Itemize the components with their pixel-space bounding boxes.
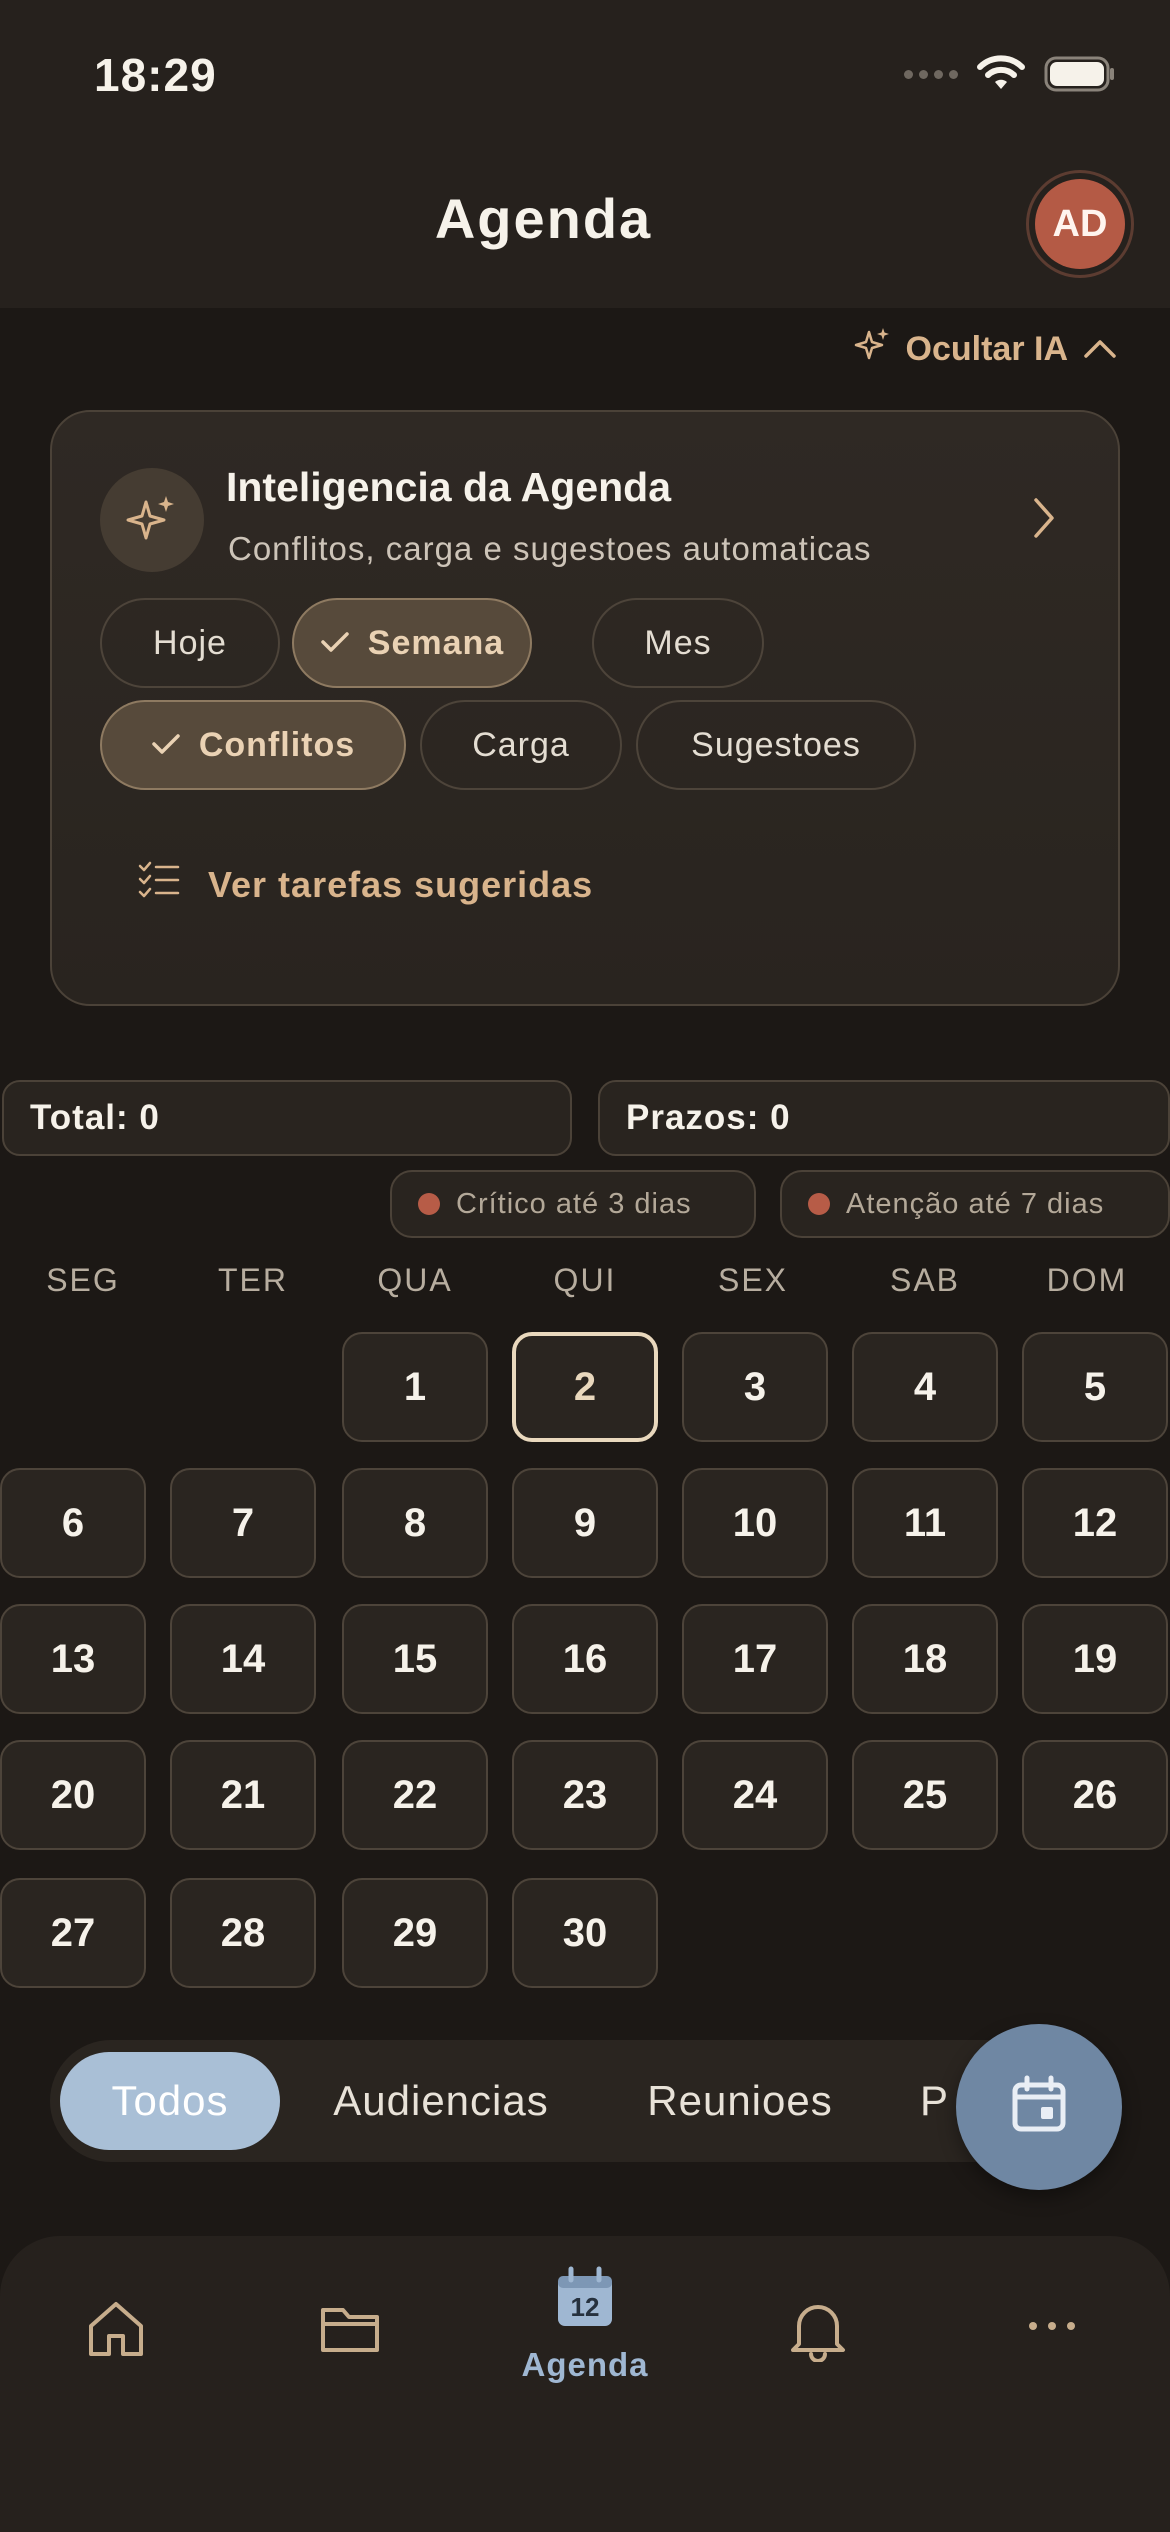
sparkle-icon <box>854 326 892 373</box>
calendar-day[interactable]: 11 <box>852 1468 998 1578</box>
page-title: Agenda <box>434 187 653 250</box>
calendar-day[interactable]: 12 <box>1022 1468 1168 1578</box>
folder-icon <box>317 2296 383 2367</box>
home-icon <box>83 2296 149 2367</box>
calendar-day[interactable]: 26 <box>1022 1740 1168 1850</box>
nav-more[interactable] <box>972 2296 1132 2367</box>
check-icon <box>151 726 181 765</box>
calendar-day[interactable]: 18 <box>852 1604 998 1714</box>
chevron-right-icon[interactable] <box>1030 496 1058 545</box>
weekday-label: TER <box>218 1262 288 1298</box>
attention-dot-icon <box>808 1193 830 1215</box>
chip-label: Conflitos <box>198 725 356 764</box>
chip-label: Semana <box>367 623 505 662</box>
sparkle-icon <box>100 468 204 572</box>
chip-sugestoes[interactable]: Sugestoes <box>636 700 916 790</box>
add-event-button[interactable] <box>956 2024 1122 2190</box>
event-type-filter-bar: Todos Audiencias Reunioes P <box>50 2040 1090 2162</box>
calendar-day-today[interactable]: 2 <box>512 1332 658 1442</box>
calendar-day[interactable]: 16 <box>512 1604 658 1714</box>
calendar-day[interactable]: 7 <box>170 1468 316 1578</box>
calendar-day[interactable]: 22 <box>342 1740 488 1850</box>
weekday-label: DOM <box>1046 1262 1128 1298</box>
prazos-stat: Prazos: 0 <box>598 1080 1170 1156</box>
calendar-day[interactable]: 13 <box>0 1604 146 1714</box>
calendar-day[interactable]: 19 <box>1022 1604 1168 1714</box>
calendar-day[interactable]: 17 <box>682 1604 828 1714</box>
legend-critical-label: Crítico até 3 dias <box>456 1187 692 1220</box>
nav-home[interactable] <box>36 2296 196 2367</box>
bottom-navigation: 12 Agenda <box>0 2236 1170 2532</box>
calendar-day[interactable]: 5 <box>1022 1332 1168 1442</box>
chevron-up-icon <box>1082 330 1118 369</box>
critical-dot-icon <box>418 1193 440 1215</box>
calendar-icon-number: 12 <box>570 2292 600 2322</box>
hide-ai-label: Ocultar IA <box>905 330 1068 368</box>
calendar-day[interactable]: 6 <box>0 1468 146 1578</box>
calendar-day[interactable]: 4 <box>852 1332 998 1442</box>
legend-attention-label: Atenção até 7 dias <box>846 1187 1105 1220</box>
calendar-day[interactable]: 28 <box>170 1878 316 1988</box>
calendar-day[interactable]: 10 <box>682 1468 828 1578</box>
signal-icon <box>904 69 958 79</box>
legend-critical: Crítico até 3 dias <box>390 1170 756 1238</box>
chip-label: Mes <box>644 623 712 662</box>
calendar-day[interactable]: 8 <box>342 1468 488 1578</box>
ai-card-subtitle: Conflitos, carga e sugestoes automaticas <box>228 530 872 567</box>
chip-label: Sugestoes <box>691 725 861 764</box>
checklist-icon <box>138 860 180 909</box>
chip-conflitos[interactable]: Conflitos <box>100 700 406 790</box>
avatar: AD <box>1035 179 1125 269</box>
chip-hoje[interactable]: Hoje <box>100 598 280 688</box>
hide-ai-toggle[interactable]: Ocultar IA <box>854 326 1118 373</box>
calendar-day[interactable]: 24 <box>682 1740 828 1850</box>
weekday-label: SEG <box>46 1262 120 1298</box>
calendar-icon <box>1007 2073 1071 2142</box>
more-icon <box>1019 2296 1085 2367</box>
calendar-day[interactable]: 25 <box>852 1740 998 1850</box>
calendar-day[interactable]: 30 <box>512 1878 658 1988</box>
calendar-day[interactable]: 9 <box>512 1468 658 1578</box>
weekday-label: SEX <box>717 1262 789 1298</box>
wifi-icon <box>976 55 1026 93</box>
weekday-label: QUA <box>377 1262 453 1298</box>
filter-audiencias[interactable]: Audiencias <box>314 2052 568 2150</box>
calendar-day[interactable]: 29 <box>342 1878 488 1988</box>
chip-carga[interactable]: Carga <box>420 700 622 790</box>
ai-card-title: Inteligencia da Agenda <box>226 464 672 510</box>
battery-icon <box>1044 55 1116 93</box>
bell-icon <box>785 2296 851 2367</box>
calendar-day[interactable]: 27 <box>0 1878 146 1988</box>
weekday-label: QUI <box>553 1262 617 1298</box>
ai-insights-card: Inteligencia da Agenda Conflitos, carga … <box>50 410 1120 1006</box>
chip-semana[interactable]: Semana <box>292 598 532 688</box>
chip-label: Carga <box>472 725 570 764</box>
calendar-day[interactable]: 15 <box>342 1604 488 1714</box>
calendar-day[interactable]: 23 <box>512 1740 658 1850</box>
nav-agenda[interactable]: 12 Agenda <box>505 2266 665 2384</box>
calendar-icon: 12 <box>552 2266 618 2332</box>
calendar-day[interactable]: 1 <box>342 1332 488 1442</box>
suggested-tasks-label: Ver tarefas sugeridas <box>208 863 594 905</box>
filter-todos[interactable]: Todos <box>60 2052 280 2150</box>
calendar-day[interactable]: 20 <box>0 1740 146 1850</box>
status-time: 18:29 <box>94 49 217 101</box>
suggested-tasks-link[interactable]: Ver tarefas sugeridas <box>138 860 593 909</box>
weekday-label: SAB <box>889 1262 961 1298</box>
filter-reunioes[interactable]: Reunioes <box>630 2052 850 2150</box>
status-icons <box>904 52 1116 96</box>
legend-attention: Atenção até 7 dias <box>780 1170 1170 1238</box>
nav-processes[interactable] <box>270 2296 430 2367</box>
nav-notifications[interactable] <box>738 2296 898 2367</box>
top-bar: 18:29 Agenda AD <box>0 0 1170 308</box>
calendar-day[interactable]: 21 <box>170 1740 316 1850</box>
calendar-day[interactable]: 14 <box>170 1604 316 1714</box>
total-stat: Total: 0 <box>2 1080 572 1156</box>
avatar-button[interactable]: AD <box>1026 170 1134 278</box>
calendar-day[interactable]: 3 <box>682 1332 828 1442</box>
chip-mes[interactable]: Mes <box>592 598 764 688</box>
chip-label: Hoje <box>153 623 227 662</box>
nav-agenda-label: Agenda <box>521 2346 649 2383</box>
check-icon <box>320 624 350 663</box>
